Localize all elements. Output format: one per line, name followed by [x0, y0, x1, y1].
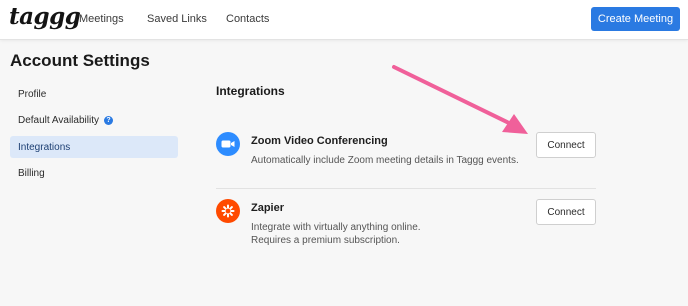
page-title: Account Settings — [10, 51, 150, 70]
taggg-logo[interactable]: taggg — [9, 3, 81, 30]
sidebar-item-billing[interactable]: Billing — [10, 162, 178, 184]
sidebar-item-label: Default Availability — [18, 115, 99, 126]
nav-saved-links-link[interactable]: Saved Links — [147, 13, 207, 25]
zapier-connect-button[interactable]: Connect — [536, 199, 596, 225]
sidebar-item-integrations[interactable]: Integrations — [10, 136, 178, 158]
zoom-integration-description: Automatically include Zoom meeting detai… — [251, 155, 519, 166]
integrations-section-title: Integrations — [216, 84, 285, 98]
sidebar-item-label: Profile — [18, 89, 47, 100]
zapier-integration-description-line-2: Requires a premium subscription. — [251, 235, 400, 246]
divider — [216, 188, 596, 189]
zoom-connect-button[interactable]: Connect — [536, 132, 596, 158]
video-camera-icon — [216, 132, 240, 156]
sidebar-item-profile[interactable]: Profile — [10, 83, 178, 105]
sidebar-item-label: Billing — [18, 168, 45, 179]
zapier-asterisk-icon — [216, 199, 240, 223]
top-navigation-bar: taggg Meetings Saved Links Contacts Crea… — [0, 0, 688, 40]
nav-meetings-link[interactable]: Meetings — [79, 13, 124, 25]
zapier-integration-name: Zapier — [251, 202, 285, 214]
help-icon[interactable]: ? — [103, 116, 113, 125]
sidebar-item-label: Integrations — [18, 142, 71, 153]
zoom-integration-name: Zoom Video Conferencing — [251, 135, 388, 147]
zapier-integration-description-line-1: Integrate with virtually anything online… — [251, 222, 421, 233]
nav-contacts-link[interactable]: Contacts — [226, 13, 269, 25]
create-meeting-button[interactable]: Create Meeting — [591, 7, 680, 31]
sidebar-item-default-availability[interactable]: Default Availability? — [10, 109, 178, 131]
